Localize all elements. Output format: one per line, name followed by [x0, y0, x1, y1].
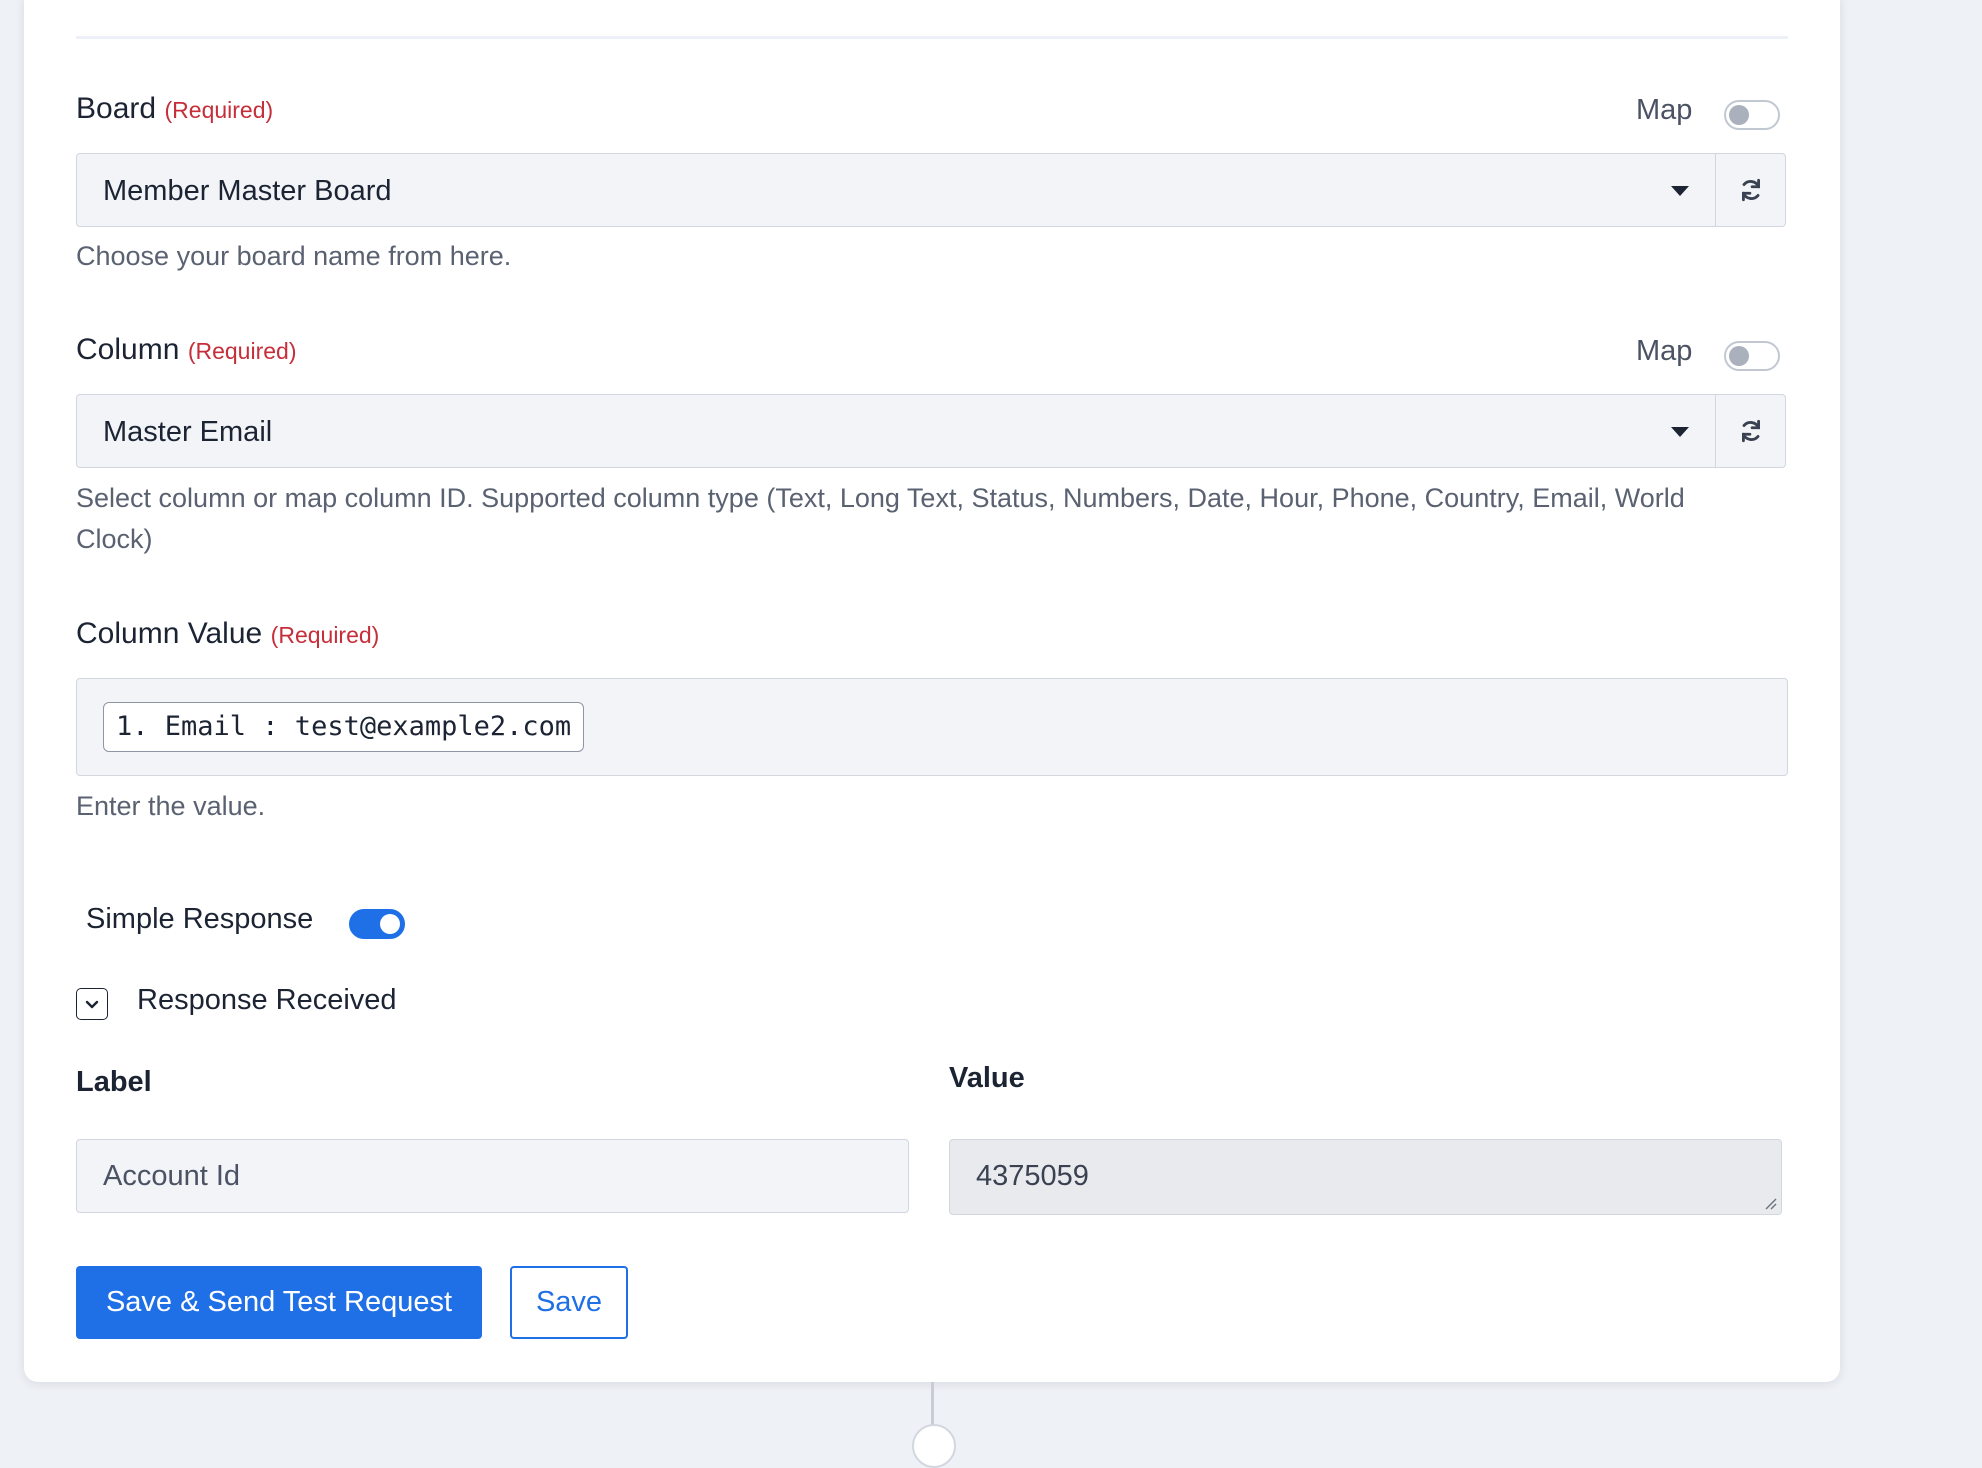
- response-label-value: Account Id: [103, 1160, 241, 1192]
- save-and-send-test-button[interactable]: Save & Send Test Request: [76, 1266, 482, 1339]
- column-value-label: Column Value: [76, 617, 263, 650]
- column-value-field-label: Column Value (Required): [76, 617, 379, 651]
- column-select[interactable]: Master Email: [76, 394, 1716, 468]
- column-field-label: Column (Required): [76, 333, 296, 367]
- response-value-field[interactable]: 4375059: [949, 1139, 1782, 1215]
- simple-response-label: Simple Response: [86, 903, 314, 935]
- toggle-knob: [1729, 105, 1749, 125]
- column-label: Column: [76, 333, 180, 366]
- board-map-label: Map: [1636, 94, 1693, 126]
- response-received-expand-button[interactable]: [76, 988, 108, 1020]
- column-value-help-text: Enter the value.: [76, 791, 266, 821]
- save-button[interactable]: Save: [510, 1266, 628, 1339]
- toggle-knob: [1729, 346, 1749, 366]
- column-value-input[interactable]: 1. Email : test@example2.com: [76, 678, 1788, 776]
- label-column-header: Label: [76, 1066, 152, 1098]
- response-label-field[interactable]: Account Id: [76, 1139, 909, 1213]
- column-help-line-1: Select column or map column ID. Supporte…: [76, 483, 1685, 513]
- column-required-tag: (Required): [187, 338, 297, 364]
- simple-response-toggle[interactable]: [349, 909, 405, 939]
- board-refresh-button[interactable]: [1716, 153, 1786, 227]
- chevron-down-icon: [1671, 427, 1689, 437]
- column-help-line-2: Clock): [76, 524, 153, 554]
- board-help-text: Choose your board name from here.: [76, 241, 512, 271]
- mapped-value-chip[interactable]: 1. Email : test@example2.com: [103, 702, 585, 752]
- column-selected-value: Master Email: [103, 416, 273, 448]
- section-divider: [76, 36, 1788, 39]
- flow-connector-node[interactable]: [912, 1424, 956, 1468]
- refresh-icon: [1741, 178, 1760, 202]
- board-required-tag: (Required): [164, 97, 274, 123]
- chevron-down-icon: [85, 1000, 99, 1009]
- column-help-text: Select column or map column ID. Supporte…: [76, 478, 1796, 560]
- column-refresh-button[interactable]: [1716, 394, 1786, 468]
- board-map-toggle[interactable]: [1724, 100, 1780, 130]
- board-selected-value: Member Master Board: [103, 175, 392, 207]
- board-select[interactable]: Member Master Board: [76, 153, 1716, 227]
- column-value-required-tag: (Required): [270, 622, 380, 648]
- response-received-label: Response Received: [137, 984, 397, 1016]
- resize-handle-icon[interactable]: [1763, 1196, 1777, 1210]
- value-column-header: Value: [949, 1062, 1025, 1094]
- response-value-text: 4375059: [976, 1160, 1089, 1192]
- column-map-toggle[interactable]: [1724, 341, 1780, 371]
- board-label: Board: [76, 92, 157, 125]
- board-field-label: Board (Required): [76, 92, 273, 126]
- column-map-label: Map: [1636, 335, 1693, 367]
- refresh-icon: [1741, 419, 1760, 443]
- toggle-knob: [380, 914, 400, 934]
- chevron-down-icon: [1671, 186, 1689, 196]
